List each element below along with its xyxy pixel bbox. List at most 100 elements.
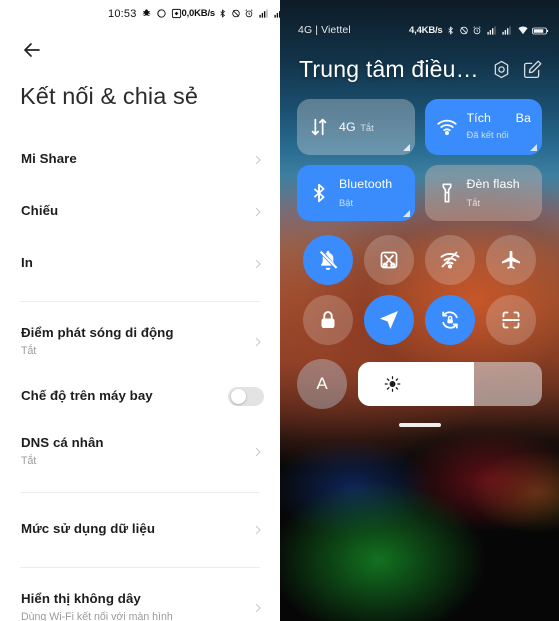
tile-wifi[interactable]: Tích Ba Đã kết nối — [424, 99, 542, 155]
do-not-disturb-icon — [141, 8, 152, 19]
list-divider — [20, 300, 260, 302]
right-status-bar: 4G | Viettel 4,4KB/s — [280, 0, 559, 44]
alarm-icon — [472, 25, 482, 36]
tile-sublabel: Tắt — [360, 122, 374, 133]
tile-label: Tích — [466, 111, 491, 125]
tile-label-right: Ba — [515, 111, 531, 125]
settings-item-text: Điểm phát sóng di động Tắt — [21, 325, 252, 358]
settings-item-print[interactable]: In — [0, 238, 280, 290]
control-center-panel: 4G | Viettel 4,4KB/s Trung tâm điều… 4G … — [280, 0, 559, 621]
toggle-airplane-mode[interactable] — [486, 235, 537, 285]
brightness-slider[interactable] — [358, 362, 542, 406]
tile-text: 4G Tắt — [339, 118, 404, 136]
settings-item-text: Chiếu — [21, 203, 252, 220]
signal-sim1-icon — [258, 8, 270, 19]
lock-icon — [316, 308, 340, 332]
bell-mute-icon — [316, 248, 340, 272]
toggle-lock-screen[interactable] — [302, 295, 353, 345]
status-bar-clock: 10:53 — [108, 7, 137, 20]
toggle-location[interactable] — [363, 295, 414, 345]
circle-toggles-grid — [280, 221, 559, 345]
tile-text: Đèn flash Tắt — [467, 175, 532, 211]
status-bar-right-group: 0,0KB/s — [182, 8, 280, 19]
tile-text: Tích Ba Đã kết nối — [467, 111, 532, 143]
toggle-knob — [230, 389, 246, 405]
chevron-right-icon — [252, 602, 264, 614]
settings-item-text: Hiển thị không dây Dùng Wi-Fi kết nối vớ… — [21, 591, 252, 621]
edit-pencil-icon[interactable] — [522, 59, 543, 80]
bluetooth-icon — [446, 25, 455, 36]
silent-icon — [231, 8, 241, 19]
silent-icon — [459, 25, 469, 36]
settings-item-cast[interactable]: Chiếu — [0, 186, 280, 238]
rotation-lock-icon — [438, 308, 462, 332]
qr-scan-icon — [499, 308, 523, 332]
settings-item-mi-share[interactable]: Mi Share — [0, 134, 280, 186]
brightness-slider-fill — [358, 362, 474, 406]
settings-item-wireless-display[interactable]: Hiển thị không dây Dùng Wi-Fi kết nối vớ… — [0, 579, 280, 621]
data-transfer-icon — [308, 116, 330, 138]
tile-label: Bluetooth — [339, 177, 393, 191]
brightness-sun-icon — [384, 376, 401, 393]
tile-expand-corner[interactable] — [402, 144, 410, 151]
wifi-icon — [517, 25, 529, 36]
settings-item-private-dns[interactable]: DNS cá nhân Tắt — [0, 423, 280, 481]
settings-item-title: Chế độ trên máy bay — [21, 388, 153, 404]
network-speed-label: 4,4KB/s — [409, 25, 443, 36]
chevron-right-icon — [252, 154, 264, 166]
settings-item-title: Mức sử dụng dữ liệu — [21, 521, 155, 537]
battery-icon — [532, 26, 549, 36]
settings-item-text: Mi Share — [21, 151, 252, 168]
settings-item-text: Mức sử dụng dữ liệu — [21, 521, 252, 538]
tile-mobile-data[interactable]: 4G Tắt — [297, 99, 415, 155]
chevron-right-icon — [252, 524, 264, 536]
settings-gear-icon[interactable] — [491, 59, 512, 80]
control-center-title: Trung tâm điều… — [299, 56, 479, 82]
tile-sublabel: Bật — [339, 197, 354, 208]
bluetooth-icon — [218, 8, 227, 19]
toggle-screenshot[interactable] — [363, 235, 414, 285]
tile-bluetooth[interactable]: Bluetooth Bật — [297, 165, 415, 221]
toggle-silent-mode[interactable] — [302, 235, 353, 285]
settings-item-title: Mi Share — [21, 151, 77, 167]
settings-item-text: Chế độ trên máy bay — [21, 388, 228, 405]
location-arrow-icon — [377, 308, 401, 332]
wifi-icon — [436, 116, 458, 138]
status-bar-left-group: 10:53 — [108, 8, 182, 20]
toggle-hotspot[interactable] — [425, 235, 476, 285]
settings-item-subtitle: Dùng Wi-Fi kết nối với màn hình — [21, 610, 173, 621]
settings-item-airplane-mode[interactable]: Chế độ trên máy bay — [0, 371, 280, 423]
control-center-header: Trung tâm điều… — [280, 44, 559, 83]
tile-flashlight[interactable]: Đèn flash Tắt — [424, 165, 542, 221]
settings-item-title: Hiển thị không dây — [21, 591, 141, 607]
screenshot-scissors-icon — [377, 248, 401, 272]
chevron-right-icon — [252, 336, 264, 348]
settings-item-data-usage[interactable]: Mức sử dụng dữ liệu — [0, 504, 280, 556]
tile-text: Bluetooth Bật — [339, 175, 404, 211]
brightness-row: A — [280, 345, 559, 409]
tile-sublabel: Đã kết nối — [466, 129, 509, 140]
airplane-mode-toggle[interactable] — [228, 387, 264, 407]
settings-panel: 10:53 0,0KB/s Kết nối & chia sẻ Mi Share… — [0, 0, 280, 621]
drag-handle[interactable] — [398, 423, 441, 427]
tile-label: Đèn flash — [466, 177, 520, 191]
settings-item-title: Điểm phát sóng di động — [21, 325, 174, 341]
tile-expand-corner[interactable] — [402, 210, 410, 217]
chevron-right-icon — [252, 258, 264, 270]
settings-item-title: DNS cá nhân — [21, 435, 104, 451]
settings-item-subtitle: Tắt — [21, 454, 37, 467]
chevron-right-icon — [252, 206, 264, 218]
toggle-qr-scan[interactable] — [486, 295, 537, 345]
left-status-bar: 10:53 0,0KB/s — [0, 0, 280, 27]
settings-item-text: DNS cá nhân Tắt — [21, 435, 252, 468]
settings-item-mobile-hotspot[interactable]: Điểm phát sóng di động Tắt — [0, 313, 280, 371]
carrier-label: 4G | Viettel — [298, 24, 351, 36]
status-bar-right-group: 4,4KB/s — [409, 25, 549, 36]
auto-brightness-button[interactable]: A — [297, 359, 347, 409]
signal-sim2-icon — [501, 25, 513, 36]
screenshot-icon — [171, 8, 182, 19]
tile-expand-corner[interactable] — [530, 144, 537, 151]
back-button[interactable] — [20, 38, 44, 62]
toggle-rotation-lock[interactable] — [425, 295, 476, 345]
eye-care-icon — [156, 8, 167, 19]
